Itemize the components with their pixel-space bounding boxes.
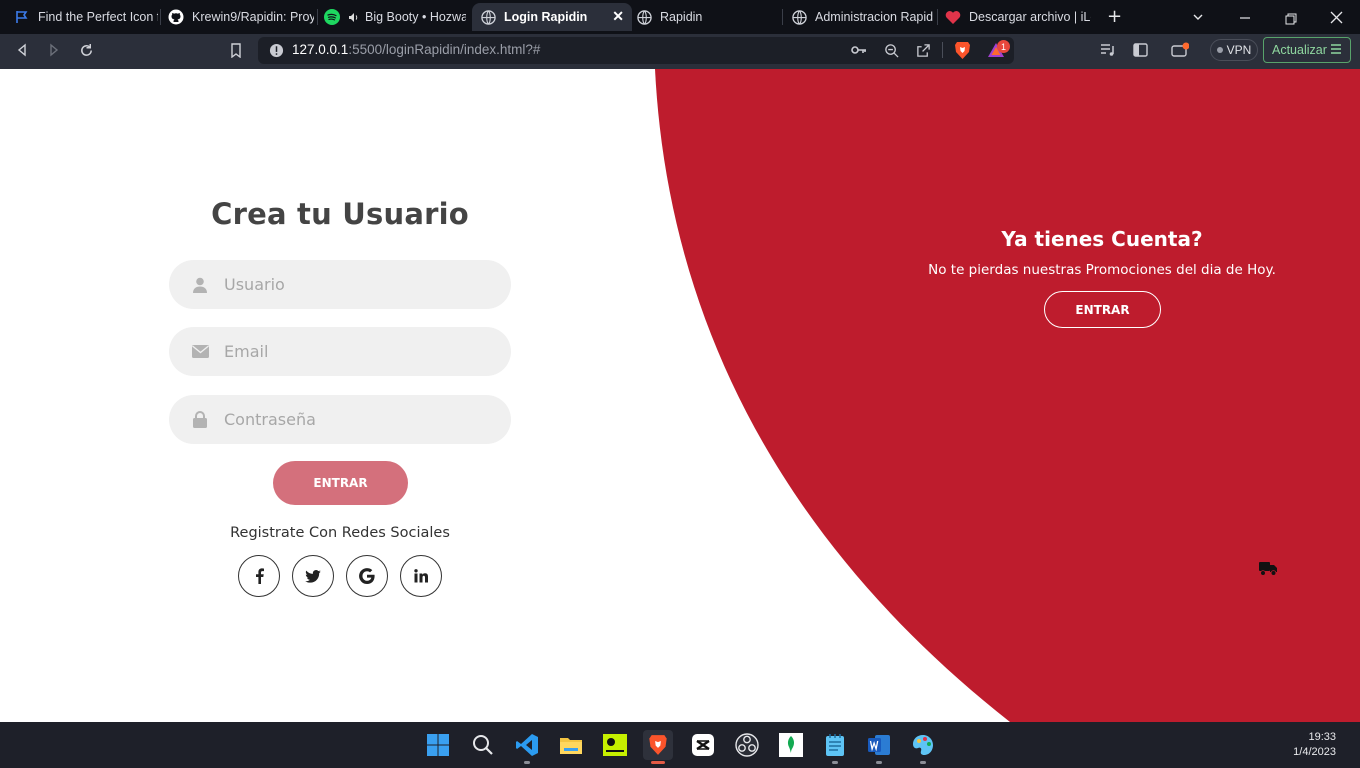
share-icon[interactable] (913, 40, 933, 60)
browser-tab[interactable]: Big Booty • Hozwal (324, 3, 466, 31)
facebook-icon (255, 568, 264, 584)
username-input[interactable] (224, 275, 484, 294)
browser-tab[interactable]: Find the Perfect Icon fo (14, 3, 158, 31)
url-host: 127.0.0.1 (292, 42, 349, 57)
tab-title: Rapidin (660, 10, 703, 24)
linkedin-icon (414, 569, 428, 583)
browser-tab[interactable]: Descargar archivo | iLo (945, 3, 1091, 31)
email-input[interactable] (224, 342, 484, 361)
url-path: :5500/loginRapidin/index.html?# (348, 42, 541, 57)
browser-tab-active[interactable]: Login Rapidin ✕ (472, 3, 632, 31)
browser-tab-strip: Find the Perfect Icon fo Krewin9/Rapidin… (0, 0, 1360, 34)
close-tab-icon[interactable]: ✕ (612, 8, 624, 25)
twitter-button[interactable] (292, 555, 334, 597)
bookmark-icon[interactable] (226, 40, 246, 60)
username-field[interactable] (169, 260, 511, 309)
google-button[interactable] (346, 555, 388, 597)
hamburger-menu-icon (1330, 43, 1342, 58)
panel-title: Ya tienes Cuenta? (1001, 227, 1203, 251)
update-button[interactable]: Actualizar (1263, 37, 1351, 63)
notepad-icon[interactable] (820, 730, 850, 764)
truck-icon (1259, 562, 1277, 576)
word-icon[interactable] (864, 730, 894, 764)
browser-tab[interactable]: Krewin9/Rapidin: Proye (168, 3, 314, 31)
back-icon[interactable] (12, 40, 32, 60)
tab-title: Login Rapidin (504, 10, 588, 24)
file-explorer-icon[interactable] (556, 730, 586, 760)
google-icon (359, 568, 375, 584)
update-label: Actualizar (1272, 43, 1327, 57)
url-text[interactable]: 127.0.0.1:5500/loginRapidin/index.html?# (292, 42, 540, 57)
email-field[interactable] (169, 327, 511, 376)
windows-start-icon[interactable] (423, 730, 453, 760)
tab-search-chevron-icon[interactable] (1192, 8, 1204, 27)
brave-shield-icon[interactable] (952, 40, 972, 60)
user-icon (190, 275, 210, 295)
capcut-icon[interactable] (688, 730, 718, 760)
vscode-icon[interactable] (512, 730, 542, 764)
facebook-button[interactable] (238, 555, 280, 597)
clock-time: 19:33 (1308, 731, 1336, 743)
system-clock[interactable]: 19:33 1/4/2023 (1293, 730, 1336, 760)
tab-title: Descargar archivo | iLo (969, 10, 1091, 24)
spotify-icon (324, 9, 340, 25)
login-page: Crea tu Usuario ENTRAR Registrate Con Re… (0, 69, 1360, 722)
password-input[interactable] (224, 410, 484, 429)
tab-title: Find the Perfect Icon fo (38, 10, 158, 24)
tab-title: Krewin9/Rapidin: Proye (192, 10, 314, 24)
close-window-icon[interactable] (1330, 9, 1343, 28)
login-switch-button[interactable]: ENTRAR (1044, 291, 1161, 328)
sidebar-toggle-icon[interactable] (1130, 40, 1150, 60)
heart-icon (945, 9, 961, 25)
mongodb-icon[interactable] (776, 730, 806, 760)
rewards-badge: 1 (997, 40, 1010, 53)
clock-date: 1/4/2023 (1293, 746, 1336, 758)
browser-tab[interactable]: Administracion Rapidin (791, 3, 933, 31)
form-title: Crea tu Usuario (211, 197, 469, 231)
envelope-icon (190, 342, 210, 362)
panel-text: No te pierdas nuestras Promociones del d… (928, 262, 1276, 278)
browser-tab[interactable]: Rapidin (636, 3, 778, 31)
globe-icon (480, 9, 496, 25)
register-submit-button[interactable]: ENTRAR (273, 461, 408, 505)
fifa-icon[interactable] (600, 730, 630, 760)
windows-taskbar: 19:33 1/4/2023 (0, 722, 1360, 768)
speaker-icon[interactable] (348, 12, 359, 23)
password-field[interactable] (169, 395, 511, 444)
playlist-icon[interactable] (1098, 40, 1118, 60)
globe-icon (636, 9, 652, 25)
paint-icon[interactable] (908, 730, 938, 764)
info-icon[interactable] (266, 40, 286, 60)
brave-icon[interactable] (643, 730, 673, 764)
vpn-label: VPN (1226, 43, 1252, 57)
search-icon[interactable] (468, 730, 498, 760)
obs-icon[interactable] (732, 730, 762, 760)
key-icon[interactable] (849, 40, 869, 60)
social-register-text: Registrate Con Redes Sociales (230, 525, 450, 541)
new-tab-button[interactable]: + (1107, 6, 1122, 27)
tab-title: Administracion Rapidin (815, 10, 933, 24)
github-icon (168, 9, 184, 25)
twitter-icon (305, 569, 321, 583)
restore-icon[interactable] (1285, 10, 1297, 29)
wallet-icon[interactable] (1170, 40, 1190, 60)
globe-icon (791, 9, 807, 25)
vpn-status-dot-icon (1216, 47, 1223, 53)
tab-title: Big Booty • Hozwal (365, 10, 466, 24)
flag-icon (14, 9, 30, 25)
minimize-icon[interactable] (1239, 9, 1251, 28)
forward-icon[interactable] (44, 40, 64, 60)
zoom-out-icon[interactable] (881, 40, 901, 60)
lock-icon (190, 410, 210, 430)
reload-icon[interactable] (76, 40, 96, 60)
vpn-button[interactable]: VPN (1210, 39, 1258, 61)
linkedin-button[interactable] (400, 555, 442, 597)
